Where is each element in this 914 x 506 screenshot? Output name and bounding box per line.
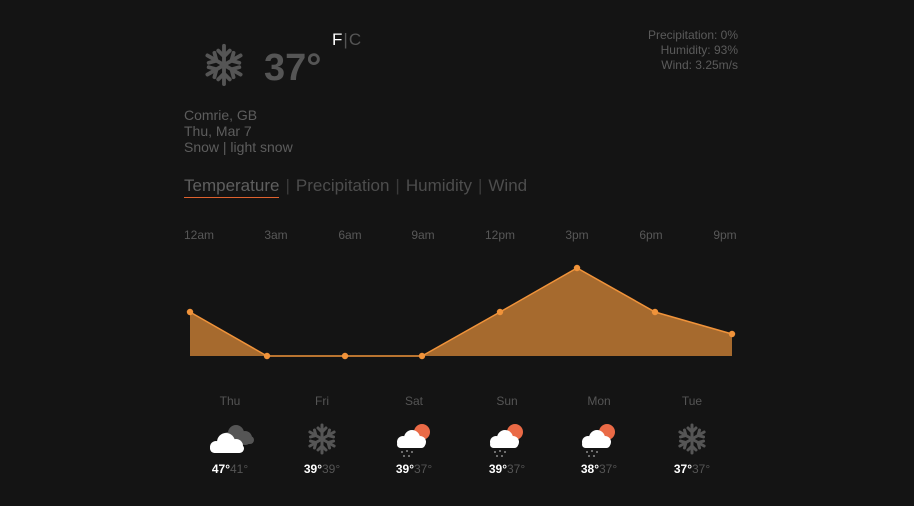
current-condition: Snow | light snow xyxy=(184,139,293,155)
forecast-day-name: Tue xyxy=(681,394,703,408)
forecast-low: 41° xyxy=(230,462,249,476)
cloudy-icon xyxy=(210,425,254,453)
forecast-low: 37° xyxy=(692,462,711,476)
forecast-day-name: Sun xyxy=(496,394,518,408)
unit-fahrenheit-button[interactable]: F xyxy=(332,30,342,49)
tab-precipitation[interactable]: Precipitation xyxy=(296,176,390,197)
tab-temperature[interactable]: Temperature xyxy=(184,176,280,198)
chart-point xyxy=(728,330,736,338)
forecast-high: 37° xyxy=(673,462,692,476)
forecast-day[interactable]: Tue 37°37° xyxy=(657,394,727,477)
forecast-day-name: Thu xyxy=(219,394,241,408)
humidity-text: Humidity: 93% xyxy=(660,43,738,57)
chart-area xyxy=(190,268,732,356)
chart-hour-label: 9am xyxy=(411,228,434,242)
weather-widget: 37° F|C Precipitation: 0% Humidity: 93% … xyxy=(0,0,914,506)
location-name: Comrie, GB xyxy=(184,107,258,123)
tab-wind[interactable]: Wind xyxy=(488,176,527,197)
current-date: Thu, Mar 7 xyxy=(184,123,252,139)
forecast-day-name: Sat xyxy=(404,394,423,408)
chart-hour-label: 6pm xyxy=(639,228,662,242)
unit-celsius-button[interactable]: C xyxy=(349,30,361,49)
forecast-low: 37° xyxy=(414,462,433,476)
forecast-low: 39° xyxy=(322,462,341,476)
forecast-temps: 47°41° xyxy=(195,462,265,477)
chart-point xyxy=(573,264,581,272)
sun-cloud-rain-icon xyxy=(397,424,430,457)
forecast-temps: 38°37° xyxy=(564,462,634,477)
forecast-day[interactable]: Fri 39°39° xyxy=(287,394,357,477)
chart-point xyxy=(186,308,194,316)
forecast-day[interactable]: Mon 38°37° xyxy=(564,394,634,477)
forecast-temps: 39°37° xyxy=(379,462,449,477)
forecast-high: 39° xyxy=(303,462,322,476)
forecast-day-name: Mon xyxy=(587,394,611,408)
chart-hour-label: 3pm xyxy=(565,228,588,242)
chart-point xyxy=(341,352,349,360)
chart-hour-label: 3am xyxy=(264,228,287,242)
forecast-temps: 39°37° xyxy=(472,462,542,477)
tab-separator: | xyxy=(477,176,483,195)
chart-hour-label: 6am xyxy=(338,228,361,242)
forecast-low: 37° xyxy=(507,462,526,476)
forecast-high: 38° xyxy=(580,462,599,476)
temperature-chart: 12am 3am 6am 9am 12pm 3pm 6pm 9pm xyxy=(184,228,737,360)
chart-point xyxy=(496,308,504,316)
chart-point xyxy=(651,308,659,316)
location-block: Comrie, GB Thu, Mar 7 Snow | light snow xyxy=(184,107,293,155)
forecast-temps: 37°37° xyxy=(657,462,727,477)
sun-cloud-rain-icon xyxy=(582,424,615,457)
forecast-high: 47° xyxy=(211,462,230,476)
current-temperature: 37° xyxy=(264,47,322,89)
sun-cloud-rain-icon xyxy=(490,424,523,457)
forecast-day[interactable]: Thu 47°41° xyxy=(195,394,265,477)
snowflake-icon xyxy=(306,423,338,455)
forecast-temps: 39°39° xyxy=(287,462,357,477)
forecast-day[interactable]: Sat 39°37° xyxy=(379,394,449,477)
snowflake-icon xyxy=(202,43,246,87)
precipitation-text: Precipitation: 0% xyxy=(647,28,738,42)
tab-separator: | xyxy=(395,176,400,195)
tab-humidity[interactable]: Humidity xyxy=(406,176,472,197)
snowflake-icon xyxy=(676,423,708,455)
forecast-day[interactable]: Sun 39°37° xyxy=(472,394,542,477)
chart-point xyxy=(418,352,426,360)
current-details: Precipitation: 0% Humidity: 93% Wind: 3.… xyxy=(648,28,738,73)
forecast-day-name: Fri xyxy=(315,394,329,408)
wind-text: Wind: 3.25m/s xyxy=(661,58,738,72)
forecast-high: 39° xyxy=(395,462,414,476)
forecast-low: 37° xyxy=(599,462,618,476)
forecast-high: 39° xyxy=(488,462,507,476)
chart-hour-label: 12am xyxy=(184,228,214,242)
chart-hour-label: 9pm xyxy=(713,228,736,242)
tab-separator: | xyxy=(285,176,290,195)
chart-hour-label: 12pm xyxy=(485,228,515,242)
unit-toggle: F|C xyxy=(332,30,361,50)
chart-line xyxy=(189,267,733,357)
chart-point xyxy=(263,352,271,360)
metric-tabs: Temperature | Precipitation | Humidity | Wind xyxy=(184,176,527,198)
